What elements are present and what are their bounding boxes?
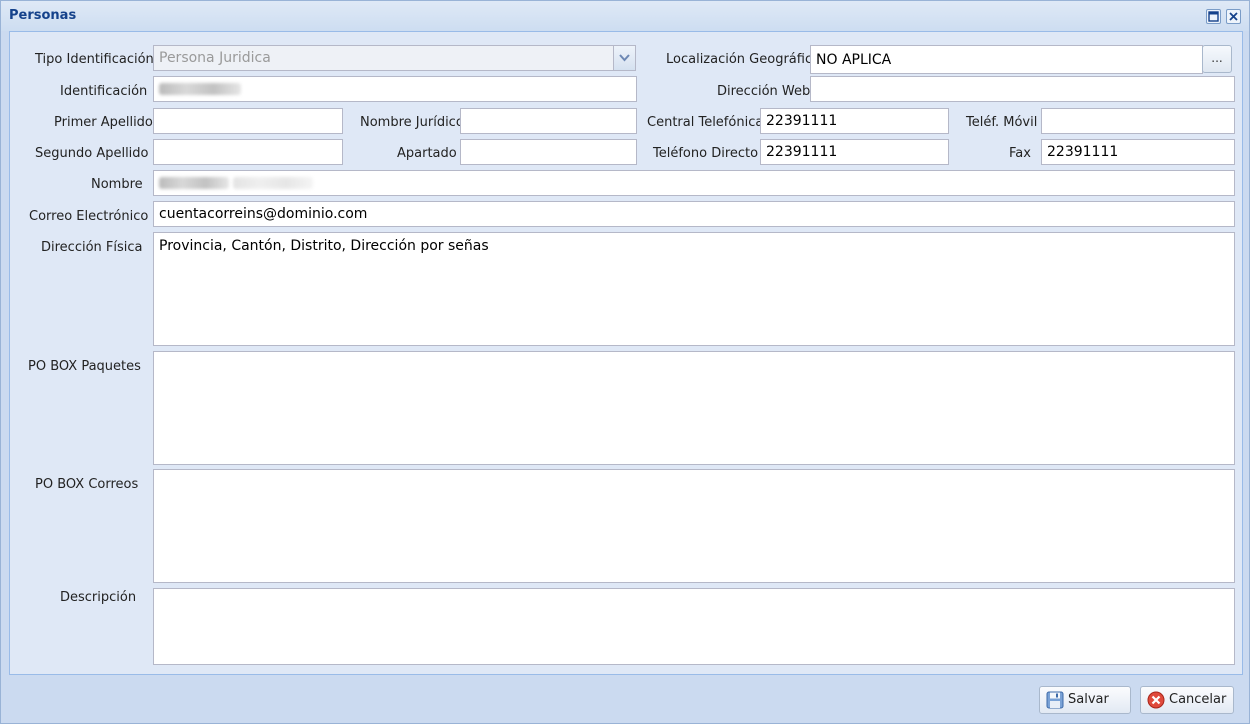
label-direccion-web: Dirección Web xyxy=(717,84,811,99)
cancel-button-label: Cancelar xyxy=(1169,692,1227,707)
label-direccion-fisica: Dirección Física xyxy=(41,240,143,255)
direccion-web-field[interactable] xyxy=(810,76,1235,102)
telefono-directo-field[interactable]: 22391111 xyxy=(760,139,949,165)
primer-apellido-field[interactable] xyxy=(153,108,343,134)
label-telefono-directo: Teléfono Directo xyxy=(653,146,759,161)
close-button[interactable] xyxy=(1226,9,1241,24)
label-identificacion: Identificación xyxy=(60,84,148,99)
label-central-telefonica: Central Telefónica xyxy=(647,115,764,130)
localizacion-field[interactable]: NO APLICA xyxy=(810,45,1203,74)
tipo-identificacion-combo[interactable]: Persona Juridica xyxy=(153,45,614,71)
label-po-box-paquetes: PO BOX Paquetes xyxy=(28,359,141,374)
localizacion-picker-button[interactable]: ... xyxy=(1202,45,1232,73)
label-nombre: Nombre xyxy=(91,177,143,192)
identificacion-field[interactable] xyxy=(153,76,637,102)
window-title: Personas xyxy=(9,8,77,23)
nombre-field[interactable] xyxy=(153,170,1235,196)
close-icon xyxy=(1229,12,1238,21)
redacted-value xyxy=(159,83,241,95)
personas-window: Personas Tipo Identificación Persona Jur… xyxy=(0,0,1250,724)
floppy-disk-icon xyxy=(1046,691,1064,709)
fax-field[interactable]: 22391111 xyxy=(1041,139,1235,165)
label-nombre-juridico: Nombre Jurídico xyxy=(360,115,464,130)
label-localizacion: Localización Geográfica xyxy=(666,52,821,67)
descripcion-textarea[interactable] xyxy=(153,588,1235,665)
maximize-button[interactable] xyxy=(1206,9,1221,24)
tipo-identificacion-trigger[interactable] xyxy=(614,45,636,71)
segundo-apellido-field[interactable] xyxy=(153,139,343,165)
po-box-correos-textarea[interactable] xyxy=(153,469,1235,583)
cancel-icon xyxy=(1147,691,1165,709)
label-po-box-correos: PO BOX Correos xyxy=(35,477,139,492)
label-correo: Correo Electrónico xyxy=(29,209,149,224)
save-button[interactable]: Salvar xyxy=(1039,686,1131,714)
redacted-value xyxy=(233,177,314,189)
direccion-fisica-textarea[interactable]: Provincia, Cantón, Distrito, Dirección p… xyxy=(153,232,1235,346)
label-telef-movil: Teléf. Móvil xyxy=(966,115,1038,130)
label-fax: Fax xyxy=(1009,146,1031,161)
redacted-value xyxy=(159,177,229,189)
label-descripcion: Descripción xyxy=(60,590,137,605)
window-titlebar[interactable]: Personas xyxy=(1,1,1249,31)
correo-field[interactable]: cuentacorreins@dominio.com xyxy=(153,201,1235,227)
label-tipo-identificacion: Tipo Identificación xyxy=(35,52,154,67)
label-primer-apellido: Primer Apellido xyxy=(54,115,153,130)
form-panel: Tipo Identificación Persona Juridica Loc… xyxy=(9,31,1243,675)
chevron-down-icon xyxy=(619,54,630,62)
nombre-juridico-field[interactable] xyxy=(460,108,637,134)
label-segundo-apellido: Segundo Apellido xyxy=(35,146,149,161)
label-apartado: Apartado xyxy=(397,146,457,161)
central-telefonica-field[interactable]: 22391111 xyxy=(760,108,949,134)
telef-movil-field[interactable] xyxy=(1041,108,1235,134)
save-button-label: Salvar xyxy=(1068,692,1109,707)
maximize-icon xyxy=(1208,11,1219,22)
po-box-paquetes-textarea[interactable] xyxy=(153,351,1235,465)
cancel-button[interactable]: Cancelar xyxy=(1140,686,1234,714)
apartado-field[interactable] xyxy=(460,139,637,165)
